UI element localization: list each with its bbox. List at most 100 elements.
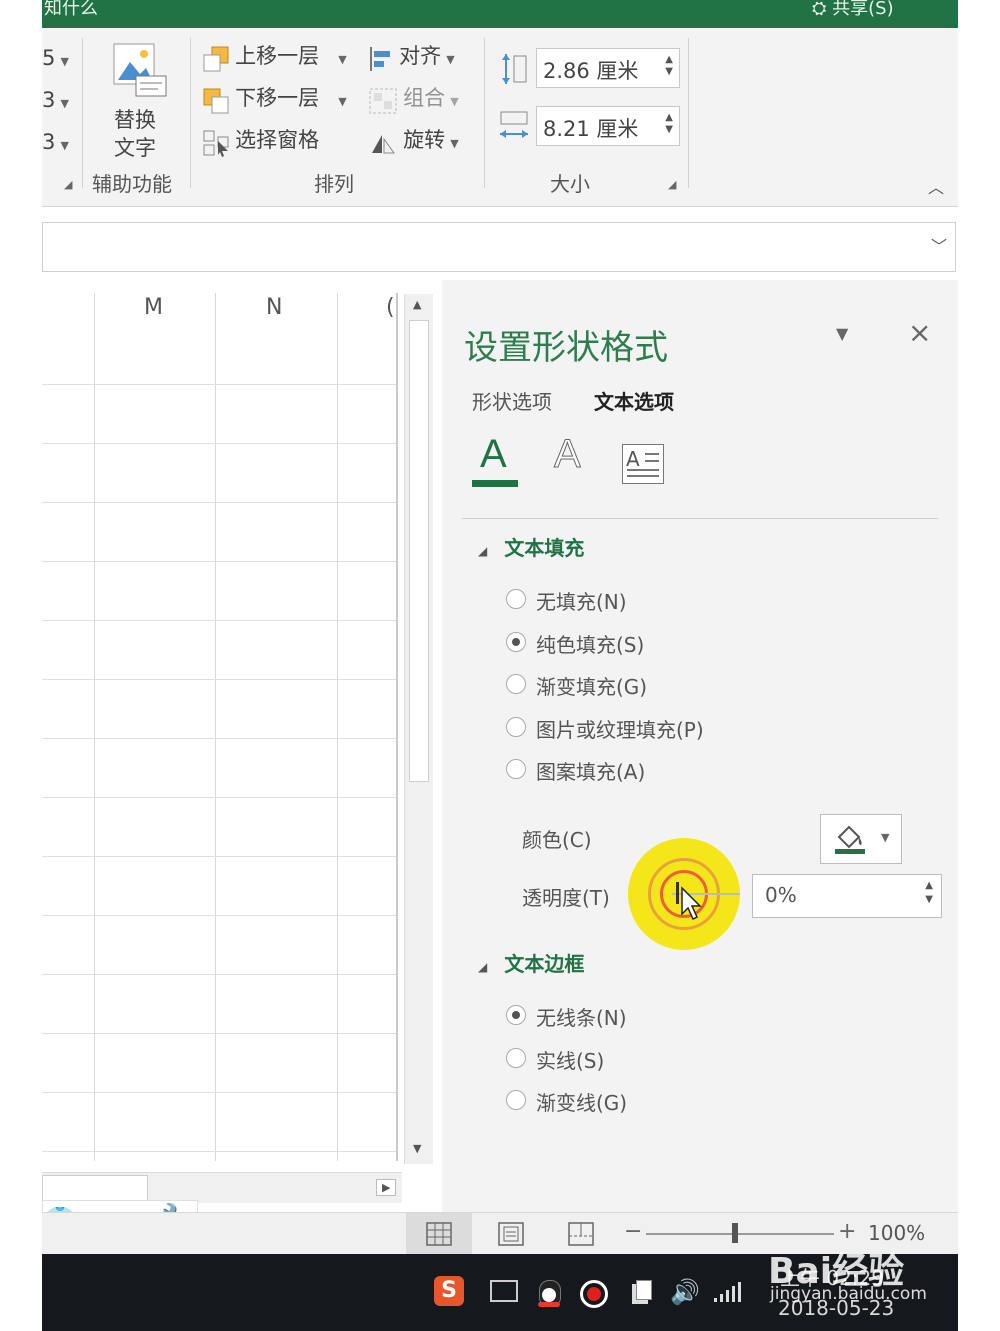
volume-icon[interactable]: 🔊 [670,1278,700,1306]
grid-row-line [42,974,397,975]
spin-up-icon[interactable]: ▲ [925,879,933,893]
spin-down-icon[interactable]: ▼ [925,893,933,907]
record-icon[interactable] [580,1280,608,1308]
sogou-ime-icon[interactable]: S [434,1276,464,1306]
spin-buttons[interactable]: ▲ ▼ [665,54,673,78]
text-fill-icon: A [480,432,507,476]
worksheet-grid[interactable] [42,325,397,1161]
grid-row-line [42,384,397,385]
qq-penguin-icon[interactable] [536,1280,562,1307]
watermark-url: jingyan.baidu.com [770,1284,927,1304]
spin-up-icon[interactable]: ▲ [665,112,673,124]
zoom-out-icon[interactable]: − [624,1219,642,1244]
dialog-launcher-icon[interactable]: ◢ [64,178,72,191]
grid-row-line [42,502,397,503]
dropdown-caret-icon: ▼ [60,55,69,68]
zoom-slider-thumb[interactable] [732,1223,738,1243]
partial-dropdown-1[interactable]: 5 ▼ [42,46,69,70]
shape-width-icon [500,111,528,138]
text-effects-icon: A [554,432,582,477]
group-label-arrange: 排列 [314,172,354,196]
grid-row-line [42,856,397,857]
spin-down-icon[interactable]: ▼ [665,124,673,136]
tab-shape-options[interactable]: 形状选项 [472,386,552,415]
normal-view-icon [426,1222,452,1246]
expand-formula-bar-icon[interactable]: ﹀ [931,233,947,257]
shape-width-input[interactable]: 8.21 厘米 ▲ ▼ [536,106,680,146]
text-effects-tab[interactable]: A [552,432,592,488]
grid-row-line [42,1092,397,1093]
partial-dropdown-3[interactable]: 3 ▼ [42,130,69,154]
scroll-up-icon[interactable]: ▲ [413,298,421,311]
send-backward-icon [203,88,229,113]
bring-forward-button[interactable]: 上移一层 ▼ [202,40,347,73]
paint-bucket-icon [835,825,865,854]
h-scroll-thumb[interactable] [42,1175,148,1201]
vertical-scrollbar[interactable]: ▲ ▼ [404,294,433,1164]
horizontal-scrollbar[interactable]: ▶ [42,1172,402,1203]
group-separator [484,38,485,188]
page-break-view-icon[interactable] [568,1222,594,1246]
partial-dropdown-2[interactable]: 3 ▼ [42,88,69,112]
rotate-button[interactable]: 旋转 ▼ [368,124,459,157]
zoom-slider[interactable] [646,1233,834,1235]
keyboard-icon[interactable] [490,1280,518,1302]
spin-buttons[interactable]: ▲ ▼ [665,112,673,136]
tab-text-options[interactable]: 文本选项 [594,386,674,415]
grid-row-line [42,1151,397,1152]
transparency-slider-thumb[interactable] [676,882,679,904]
grid-right-edge [396,293,398,1161]
dropdown-caret-icon: ▼ [450,95,459,108]
column-header-m[interactable]: M [144,295,163,320]
grid-row-line [42,561,397,562]
group-label-accessibility: 辅助功能 [92,172,172,196]
alt-text-button[interactable]: 替换 文字 [104,42,170,160]
send-backward-button[interactable]: 下移一层 ▼ [202,82,347,115]
divider [462,518,938,519]
dialog-launcher-icon[interactable]: ◢ [668,178,676,191]
grid-row-line [42,443,397,444]
page-layout-view-icon[interactable] [498,1222,524,1246]
spin-buttons[interactable]: ▲ ▼ [925,879,933,907]
dropdown-caret-icon: ▼ [338,53,347,66]
scroll-right-icon[interactable]: ▶ [376,1179,397,1196]
spin-up-icon[interactable]: ▲ [665,54,673,66]
column-header-o[interactable]: ( [386,295,395,320]
shape-height-input[interactable]: 2.86 厘米 ▲ ▼ [536,48,680,88]
group-button[interactable]: 组合 ▼ [368,82,459,115]
textbox-tab[interactable]: A [622,444,664,484]
close-icon[interactable]: × [908,316,931,349]
dropdown-caret-icon: ▼ [60,139,69,152]
column-header-n[interactable]: N [266,295,282,320]
grid-row-line [42,797,397,798]
dropdown-caret-icon: ▼ [446,53,455,66]
transparency-input[interactable]: 0% ▲ ▼ [752,874,942,918]
text-outline-section-header[interactable]: ◢ 文本边框 [478,948,584,977]
align-button[interactable]: 对齐 ▼ [368,40,455,73]
share-button[interactable]: ⛭ 共享(S) [812,0,894,20]
rotate-icon [372,134,395,153]
title-bar: 知什么 ⛭ 共享(S) [42,0,958,28]
scroll-down-icon[interactable]: ▼ [413,1142,421,1155]
scroll-thumb[interactable] [409,320,429,782]
share-icon: ⛭ [812,0,827,19]
normal-view-button[interactable] [406,1213,472,1255]
clipboard-icon[interactable] [628,1280,654,1306]
shape-height-icon [502,54,527,84]
pane-options-caret-icon[interactable]: ▼ [836,324,848,343]
format-shape-pane: 设置形状格式 ▼ × 形状选项 文本选项 A A A ◢ 文本填充 无填充(N) [442,280,958,1212]
group-objects-icon [369,88,397,113]
spin-down-icon[interactable]: ▼ [665,66,673,78]
mouse-cursor-icon [681,886,702,921]
text-fill-section-header[interactable]: ◢ 文本填充 [478,532,584,561]
network-signal-icon[interactable] [714,1280,741,1306]
group-separator [190,38,191,188]
selection-pane-button[interactable]: 选择窗格 [202,124,319,157]
text-fill-outline-tab[interactable]: A [472,432,518,488]
color-picker-button[interactable]: ▼ [820,814,902,864]
bring-forward-icon [203,46,229,71]
collapse-ribbon-icon[interactable]: ︿ [928,174,944,198]
alt-text-icon [113,43,167,97]
formula-bar[interactable]: ﹀ [42,222,956,272]
zoom-in-icon[interactable]: + [838,1219,856,1244]
